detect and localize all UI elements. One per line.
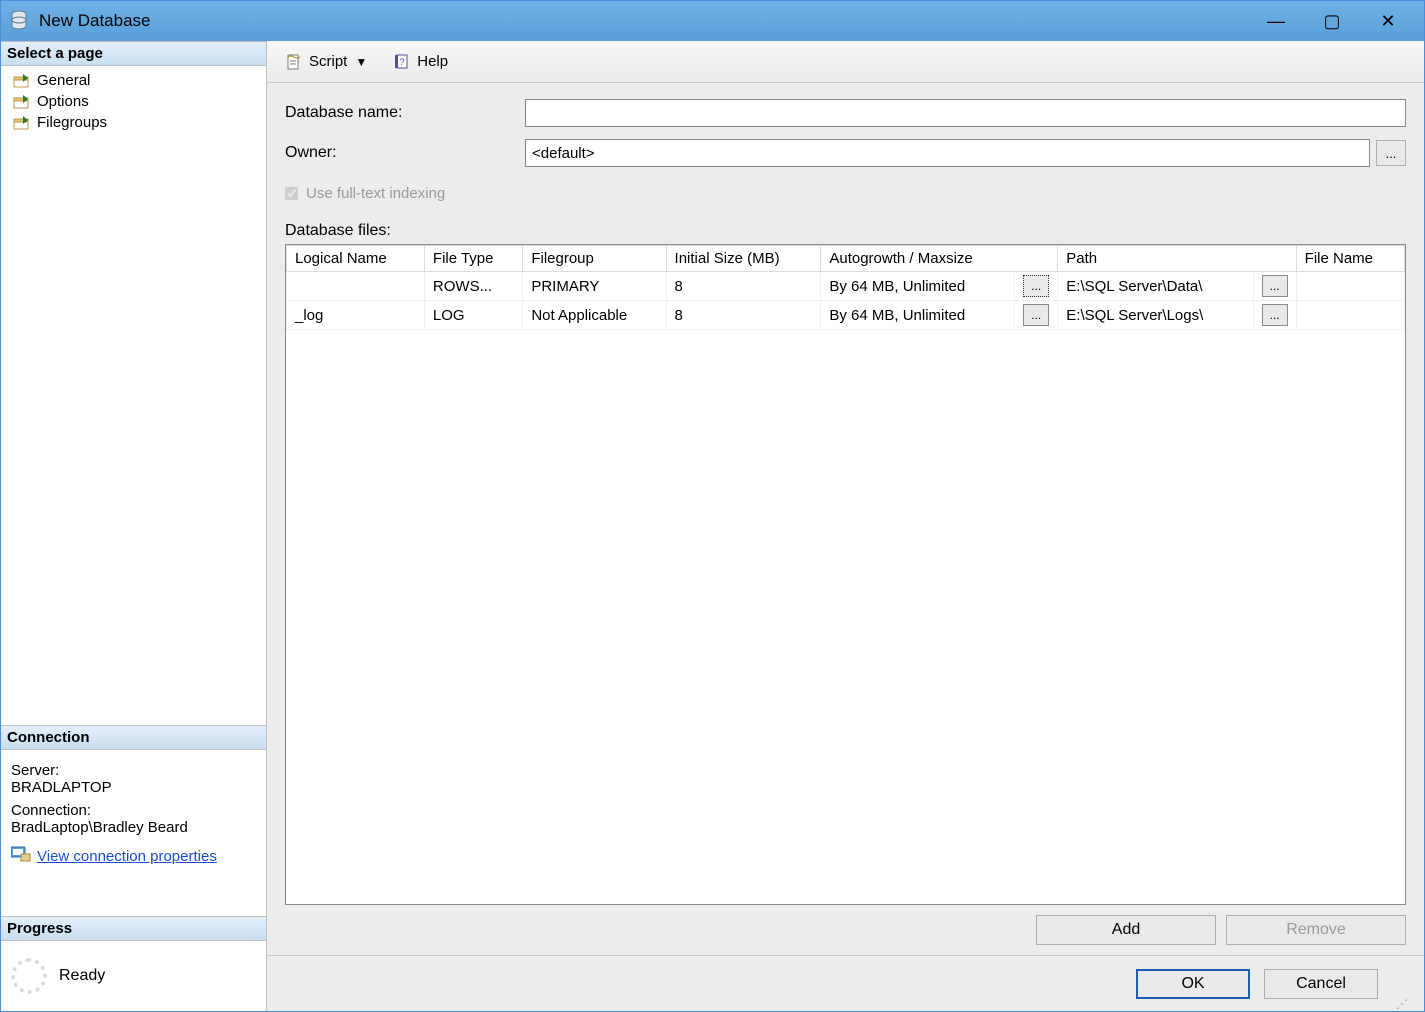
autogrowth-browse-button[interactable]: ... — [1023, 304, 1049, 326]
col-file-type[interactable]: File Type — [424, 246, 522, 272]
cell-file-name[interactable] — [1296, 301, 1404, 330]
cell-file-name[interactable] — [1296, 272, 1404, 301]
window-title: New Database — [39, 11, 1248, 31]
server-label: Server: — [11, 762, 256, 779]
col-autogrowth[interactable]: Autogrowth / Maxsize — [821, 246, 1058, 272]
cell-autogrowth[interactable]: By 64 MB, Unlimited — [821, 301, 1015, 330]
connection-section: Connection Server: BRADLAPTOP Connection… — [1, 725, 266, 916]
help-button[interactable]: ? Help — [387, 51, 454, 73]
page-label: General — [37, 72, 90, 89]
title-bar: New Database — ▢ ✕ — [1, 1, 1424, 41]
page-icon — [13, 115, 31, 131]
remove-button[interactable]: Remove — [1226, 915, 1406, 945]
col-initial-size[interactable]: Initial Size (MB) — [666, 246, 821, 272]
page-icon — [13, 73, 31, 89]
cancel-button[interactable]: Cancel — [1264, 969, 1378, 999]
window-frame: New Database — ▢ ✕ Select a page General — [0, 0, 1425, 1012]
cell-file-type[interactable]: ROWS... — [424, 272, 522, 301]
cell-filegroup[interactable]: Not Applicable — [523, 301, 666, 330]
table-row[interactable]: ROWS...PRIMARY8By 64 MB, Unlimited... E:\… — [287, 272, 1405, 301]
dialog-footer: OK Cancel ⋰ — [267, 955, 1424, 1011]
view-connection-properties-link[interactable]: View connection properties — [37, 848, 217, 865]
ok-button[interactable]: OK — [1136, 969, 1250, 999]
database-files-grid[interactable]: Logical Name File Type Filegroup Initial… — [285, 244, 1406, 905]
select-page-section: Select a page General — [1, 41, 266, 137]
svg-text:?: ? — [400, 57, 405, 67]
main-toolbar: Script ▼ ? Help — [267, 41, 1424, 83]
path-browse-button[interactable]: ... — [1262, 304, 1288, 326]
progress-section: Progress Ready — [1, 916, 266, 1011]
database-files-label: Database files: — [285, 222, 1406, 240]
help-icon: ? — [393, 53, 411, 71]
col-path[interactable]: Path — [1058, 246, 1296, 272]
script-label: Script — [309, 53, 347, 70]
owner-label: Owner: — [285, 144, 525, 162]
select-page-header: Select a page — [1, 41, 266, 66]
cell-file-type[interactable]: LOG — [424, 301, 522, 330]
cell-logical-name[interactable] — [287, 272, 425, 301]
resize-grip-icon[interactable]: ⋰ — [1396, 997, 1410, 1011]
cell-initial-size[interactable]: 8 — [666, 272, 821, 301]
script-button[interactable]: Script ▼ — [279, 51, 373, 73]
chevron-down-icon: ▼ — [355, 55, 367, 69]
database-name-label: Database name: — [285, 104, 525, 122]
spinner-icon — [11, 958, 47, 994]
server-value: BRADLAPTOP — [11, 779, 256, 796]
connection-header: Connection — [1, 725, 266, 750]
owner-input[interactable] — [525, 139, 1370, 167]
page-label: Filegroups — [37, 114, 107, 131]
left-panel: Select a page General — [1, 41, 267, 1011]
cell-autogrowth[interactable]: By 64 MB, Unlimited — [821, 272, 1015, 301]
maximize-button[interactable]: ▢ — [1304, 5, 1360, 37]
progress-status: Ready — [59, 967, 105, 985]
table-row[interactable]: _logLOGNot Applicable8By 64 MB, Unlimite… — [287, 301, 1405, 330]
cell-path[interactable]: E:\SQL Server\Logs\ — [1058, 301, 1253, 330]
page-item-general[interactable]: General — [3, 70, 264, 91]
page-item-options[interactable]: Options — [3, 91, 264, 112]
add-button[interactable]: Add — [1036, 915, 1216, 945]
fulltext-label: Use full-text indexing — [306, 185, 445, 202]
cell-initial-size[interactable]: 8 — [666, 301, 821, 330]
page-item-filegroups[interactable]: Filegroups — [3, 112, 264, 133]
fulltext-checkbox — [285, 187, 298, 200]
monitor-icon — [11, 846, 31, 866]
connection-label: Connection: — [11, 802, 256, 819]
page-icon — [13, 94, 31, 110]
col-file-name[interactable]: File Name — [1296, 246, 1404, 272]
main-panel: Script ▼ ? Help Database name: Owner: — [267, 41, 1424, 1011]
script-icon — [285, 53, 303, 71]
col-logical-name[interactable]: Logical Name — [287, 246, 425, 272]
minimize-button[interactable]: — — [1248, 5, 1304, 37]
page-label: Options — [37, 93, 89, 110]
connection-value: BradLaptop\Bradley Beard — [11, 819, 256, 836]
grid-header-row: Logical Name File Type Filegroup Initial… — [287, 246, 1405, 272]
cell-logical-name[interactable]: _log — [287, 301, 425, 330]
autogrowth-browse-button[interactable]: ... — [1023, 275, 1049, 297]
path-browse-button[interactable]: ... — [1262, 275, 1288, 297]
close-button[interactable]: ✕ — [1360, 5, 1416, 37]
database-icon — [9, 9, 29, 33]
col-filegroup[interactable]: Filegroup — [523, 246, 666, 272]
cell-filegroup[interactable]: PRIMARY — [523, 272, 666, 301]
cell-path[interactable]: E:\SQL Server\Data\ — [1058, 272, 1253, 301]
owner-browse-button[interactable]: ... — [1376, 140, 1406, 166]
progress-header: Progress — [1, 916, 266, 941]
database-name-input[interactable] — [525, 99, 1406, 127]
help-label: Help — [417, 53, 448, 70]
